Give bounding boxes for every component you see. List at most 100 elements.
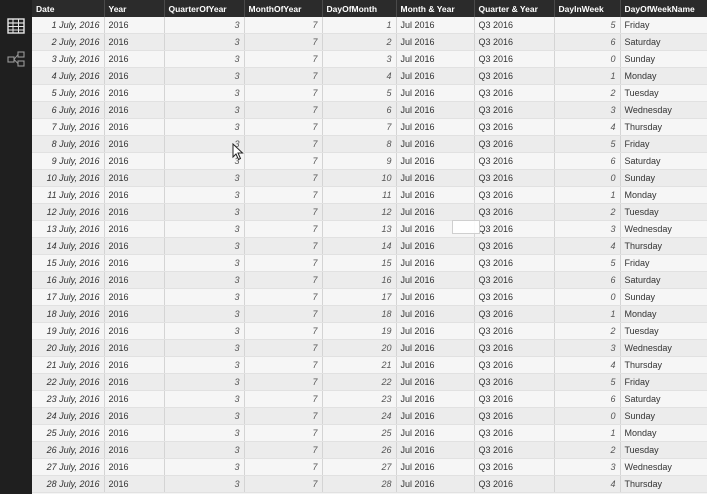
cell-year[interactable]: 2016 xyxy=(104,67,165,85)
cell-month-and-year[interactable]: Jul 2016 xyxy=(396,169,475,187)
cell-day-of-week-name[interactable]: Monday xyxy=(620,424,707,442)
cell-month-and-year[interactable]: Jul 2016 xyxy=(396,254,475,272)
cell-month-and-year[interactable]: Jul 2016 xyxy=(396,441,475,459)
cell-quarter-and-year[interactable]: Q3 2016 xyxy=(474,118,555,136)
cell-day-of-week-name[interactable]: Wednesday xyxy=(620,339,707,357)
column-header-month-and-year[interactable]: Month & Year xyxy=(396,0,475,17)
cell-day-of-month[interactable]: 24 xyxy=(322,407,397,425)
cell-month-of-year[interactable]: 7 xyxy=(244,33,323,51)
cell-day-of-week-name[interactable]: Tuesday xyxy=(620,203,707,221)
cell-day-in-week[interactable]: 3 xyxy=(554,339,621,357)
cell-day-in-week[interactable]: 4 xyxy=(554,475,621,493)
table-row[interactable]: 19 July, 2016 2016 3 7 19 Jul 2016 Q3 2016 2 Tue… xyxy=(32,322,707,340)
cell-day-in-week[interactable]: 1 xyxy=(554,305,621,323)
cell-month-of-year[interactable]: 7 xyxy=(244,458,323,476)
cell-date[interactable]: 5 July, 2016 xyxy=(32,84,105,102)
cell-date[interactable]: 21 July, 2016 xyxy=(32,356,105,374)
cell-year[interactable]: 2016 xyxy=(104,475,165,493)
cell-date[interactable]: 3 July, 2016 xyxy=(32,50,105,68)
cell-month-and-year[interactable]: Jul 2016 xyxy=(396,152,475,170)
cell-quarter-of-year[interactable]: 3 xyxy=(164,84,245,102)
cell-day-of-week-name[interactable]: Sunday xyxy=(620,50,707,68)
cell-month-of-year[interactable]: 7 xyxy=(244,339,323,357)
table-row[interactable]: 5 July, 2016 2016 3 7 5 Jul 2016 Q3 2016 2 Tuesd… xyxy=(32,84,707,102)
cell-day-in-week[interactable]: 1 xyxy=(554,186,621,204)
cell-day-of-week-name[interactable]: Wednesday xyxy=(620,101,707,119)
table-row[interactable]: 24 July, 2016 2016 3 7 24 Jul 2016 Q3 2016 0 Sun… xyxy=(32,407,707,425)
table-row[interactable]: 12 July, 2016 2016 3 7 12 Jul 2016 Q3 2016 2 Tue… xyxy=(32,203,707,221)
table-row[interactable]: 20 July, 2016 2016 3 7 20 Jul 2016 Q3 2016 3 Wed… xyxy=(32,339,707,357)
cell-quarter-and-year[interactable]: Q3 2016 xyxy=(474,356,555,374)
cell-quarter-and-year[interactable]: Q3 2016 xyxy=(474,390,555,408)
cell-day-in-week[interactable]: 5 xyxy=(554,135,621,153)
cell-day-in-week[interactable]: 0 xyxy=(554,407,621,425)
table-row[interactable]: 14 July, 2016 2016 3 7 14 Jul 2016 Q3 2016 4 Thu… xyxy=(32,237,707,255)
cell-quarter-and-year[interactable]: Q3 2016 xyxy=(474,424,555,442)
cell-month-and-year[interactable]: Jul 2016 xyxy=(396,50,475,68)
cell-quarter-of-year[interactable]: 3 xyxy=(164,407,245,425)
cell-quarter-and-year[interactable]: Q3 2016 xyxy=(474,152,555,170)
cell-date[interactable]: 14 July, 2016 xyxy=(32,237,105,255)
cell-quarter-and-year[interactable]: Q3 2016 xyxy=(474,441,555,459)
cell-day-in-week[interactable]: 4 xyxy=(554,118,621,136)
table-row[interactable]: 10 July, 2016 2016 3 7 10 Jul 2016 Q3 2016 0 Sun… xyxy=(32,169,707,187)
cell-day-of-week-name[interactable]: Saturday xyxy=(620,33,707,51)
cell-day-of-week-name[interactable]: Sunday xyxy=(620,407,707,425)
cell-date[interactable]: 11 July, 2016 xyxy=(32,186,105,204)
cell-date[interactable]: 22 July, 2016 xyxy=(32,373,105,391)
cell-date[interactable]: 26 July, 2016 xyxy=(32,441,105,459)
cell-day-of-month[interactable]: 27 xyxy=(322,458,397,476)
cell-day-of-week-name[interactable]: Wednesday xyxy=(620,220,707,238)
cell-quarter-and-year[interactable]: Q3 2016 xyxy=(474,254,555,272)
cell-quarter-of-year[interactable]: 3 xyxy=(164,390,245,408)
cell-year[interactable]: 2016 xyxy=(104,339,165,357)
cell-year[interactable]: 2016 xyxy=(104,288,165,306)
cell-month-of-year[interactable]: 7 xyxy=(244,424,323,442)
cell-quarter-and-year[interactable]: Q3 2016 xyxy=(474,373,555,391)
cell-day-of-month[interactable]: 11 xyxy=(322,186,397,204)
cell-day-of-month[interactable]: 21 xyxy=(322,356,397,374)
table-row[interactable]: 16 July, 2016 2016 3 7 16 Jul 2016 Q3 2016 6 Sat… xyxy=(32,271,707,289)
cell-day-of-week-name[interactable]: Friday xyxy=(620,254,707,272)
table-view-icon[interactable] xyxy=(6,17,26,35)
cell-day-of-week-name[interactable]: Wednesday xyxy=(620,458,707,476)
cell-month-and-year[interactable]: Jul 2016 xyxy=(396,475,475,493)
cell-month-and-year[interactable]: Jul 2016 xyxy=(396,186,475,204)
cell-month-of-year[interactable]: 7 xyxy=(244,17,323,34)
table-row[interactable]: 21 July, 2016 2016 3 7 21 Jul 2016 Q3 2016 4 Thu… xyxy=(32,356,707,374)
cell-quarter-and-year[interactable]: Q3 2016 xyxy=(474,101,555,119)
cell-year[interactable]: 2016 xyxy=(104,203,165,221)
cell-month-and-year[interactable]: Jul 2016 xyxy=(396,84,475,102)
column-header-year[interactable]: Year xyxy=(104,0,165,17)
cell-day-of-month[interactable]: 12 xyxy=(322,203,397,221)
cell-date[interactable]: 7 July, 2016 xyxy=(32,118,105,136)
cell-month-and-year[interactable]: Jul 2016 xyxy=(396,271,475,289)
cell-day-of-week-name[interactable]: Tuesday xyxy=(620,84,707,102)
cell-day-of-month[interactable]: 25 xyxy=(322,424,397,442)
cell-month-and-year[interactable]: Jul 2016 xyxy=(396,33,475,51)
cell-day-in-week[interactable]: 4 xyxy=(554,356,621,374)
cell-day-in-week[interactable]: 2 xyxy=(554,322,621,340)
cell-year[interactable]: 2016 xyxy=(104,407,165,425)
cell-month-of-year[interactable]: 7 xyxy=(244,475,323,493)
cell-month-of-year[interactable]: 7 xyxy=(244,271,323,289)
cell-year[interactable]: 2016 xyxy=(104,84,165,102)
cell-month-of-year[interactable]: 7 xyxy=(244,152,323,170)
cell-month-and-year[interactable]: Jul 2016 xyxy=(396,373,475,391)
table-row[interactable]: 18 July, 2016 2016 3 7 18 Jul 2016 Q3 2016 1 Mon… xyxy=(32,305,707,323)
cell-quarter-and-year[interactable]: Q3 2016 xyxy=(474,407,555,425)
cell-date[interactable]: 20 July, 2016 xyxy=(32,339,105,357)
cell-date[interactable]: 25 July, 2016 xyxy=(32,424,105,442)
cell-quarter-of-year[interactable]: 3 xyxy=(164,475,245,493)
cell-day-of-month[interactable]: 4 xyxy=(322,67,397,85)
cell-year[interactable]: 2016 xyxy=(104,101,165,119)
cell-month-of-year[interactable]: 7 xyxy=(244,322,323,340)
cell-quarter-of-year[interactable]: 3 xyxy=(164,271,245,289)
cell-date[interactable]: 23 July, 2016 xyxy=(32,390,105,408)
cell-month-of-year[interactable]: 7 xyxy=(244,254,323,272)
cell-month-and-year[interactable]: Jul 2016 xyxy=(396,339,475,357)
cell-quarter-and-year[interactable]: Q3 2016 xyxy=(474,50,555,68)
cell-date[interactable]: 6 July, 2016 xyxy=(32,101,105,119)
cell-year[interactable]: 2016 xyxy=(104,305,165,323)
cell-date[interactable]: 16 July, 2016 xyxy=(32,271,105,289)
